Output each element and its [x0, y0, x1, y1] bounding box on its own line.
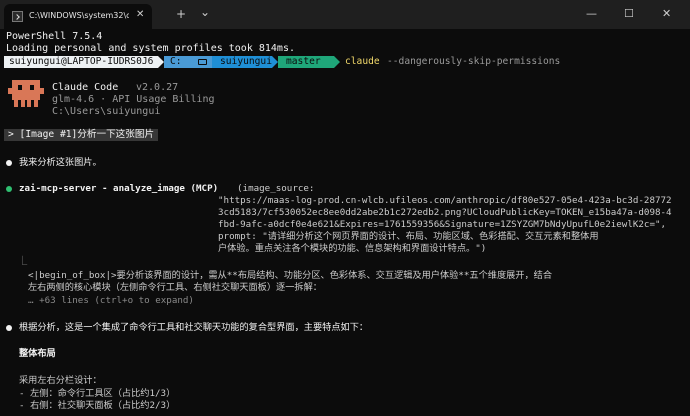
tool-bullet	[6, 186, 12, 192]
prompt-folder: suiyungui	[212, 56, 272, 68]
tool-arg-line: "https://maas-log-prod.cn-wlcb.ufileos.c…	[218, 195, 672, 206]
assistant-message: 我来分析这张图片。	[19, 157, 102, 168]
banner-version: v2.0.27	[136, 82, 179, 93]
prompt-drive: C:	[164, 56, 194, 68]
prompt-branch: master	[284, 56, 334, 68]
terminal-body[interactable]: PowerShell 7.5.4 Loading personal and sy…	[0, 0, 690, 416]
list-item: - 左侧：命令行工具区（占比约1/3）	[19, 388, 176, 399]
claude-mascot-icon	[8, 80, 44, 110]
result-corner: ⎿	[18, 256, 28, 267]
message-bullet	[6, 160, 12, 166]
tool-arg-line: 户体验。重点关注各个模块的功能、信息架构和界面设计特点。")	[218, 243, 487, 254]
prompt-separator-3	[334, 56, 340, 68]
list-item: - 右侧：社交聊天面板（占比约2/3）	[19, 400, 176, 411]
tool-arg-line: prompt: "请详细分析这个网页界面的设计、布局、功能区域、色彩搭配、交互元…	[218, 231, 599, 242]
layout-line: 采用左右分栏设计：	[19, 375, 102, 386]
user-input: > [Image #1]分析一下这张图片	[4, 129, 159, 141]
prompt-user: suiyungui@LAPTOP-IUDRS0J6	[4, 56, 158, 68]
banner-path: C:\Users\suiyungui	[52, 106, 161, 117]
prompt-command: claude	[345, 56, 380, 67]
profile-load-msg: Loading personal and system profiles too…	[6, 43, 295, 54]
expand-hint[interactable]: … +63 lines (ctrl+o to expand)	[28, 295, 194, 307]
tool-arg-start: (image_source:	[237, 183, 315, 194]
ps-version: PowerShell 7.5.4	[6, 31, 103, 42]
banner-name: Claude Code	[52, 82, 119, 93]
message-bullet	[6, 325, 12, 331]
prompt-args: --dangerously-skip-permissions	[387, 56, 561, 67]
banner-model: glm-4.6 · API Usage Billing	[52, 94, 215, 105]
tool-name: zai-mcp-server - analyze_image (MCP)	[19, 183, 219, 194]
analysis-intro: 根据分析，这是一个集成了命令行工具和社交聊天功能的复合型界面，主要特点如下：	[19, 322, 369, 333]
result-line: 左右两侧的核心模块（左侧命令行工具、右侧社交聊天面板）逐一拆解：	[28, 282, 322, 293]
analysis-heading: 整体布局	[19, 348, 56, 359]
result-line: <|begin_of_box|>要分析该界面的设计，需从**布局结构、功能分区、…	[28, 270, 553, 281]
tool-arg-line: fbd-9afc-a0dcf0e4e621&Expires=1761559356…	[218, 219, 667, 230]
folder-icon	[194, 56, 212, 68]
scrollbar[interactable]	[683, 29, 687, 416]
tool-arg-line: 3cd5183/7cf530052ec8ee0dd2abe2b1c272edb2…	[218, 207, 672, 218]
